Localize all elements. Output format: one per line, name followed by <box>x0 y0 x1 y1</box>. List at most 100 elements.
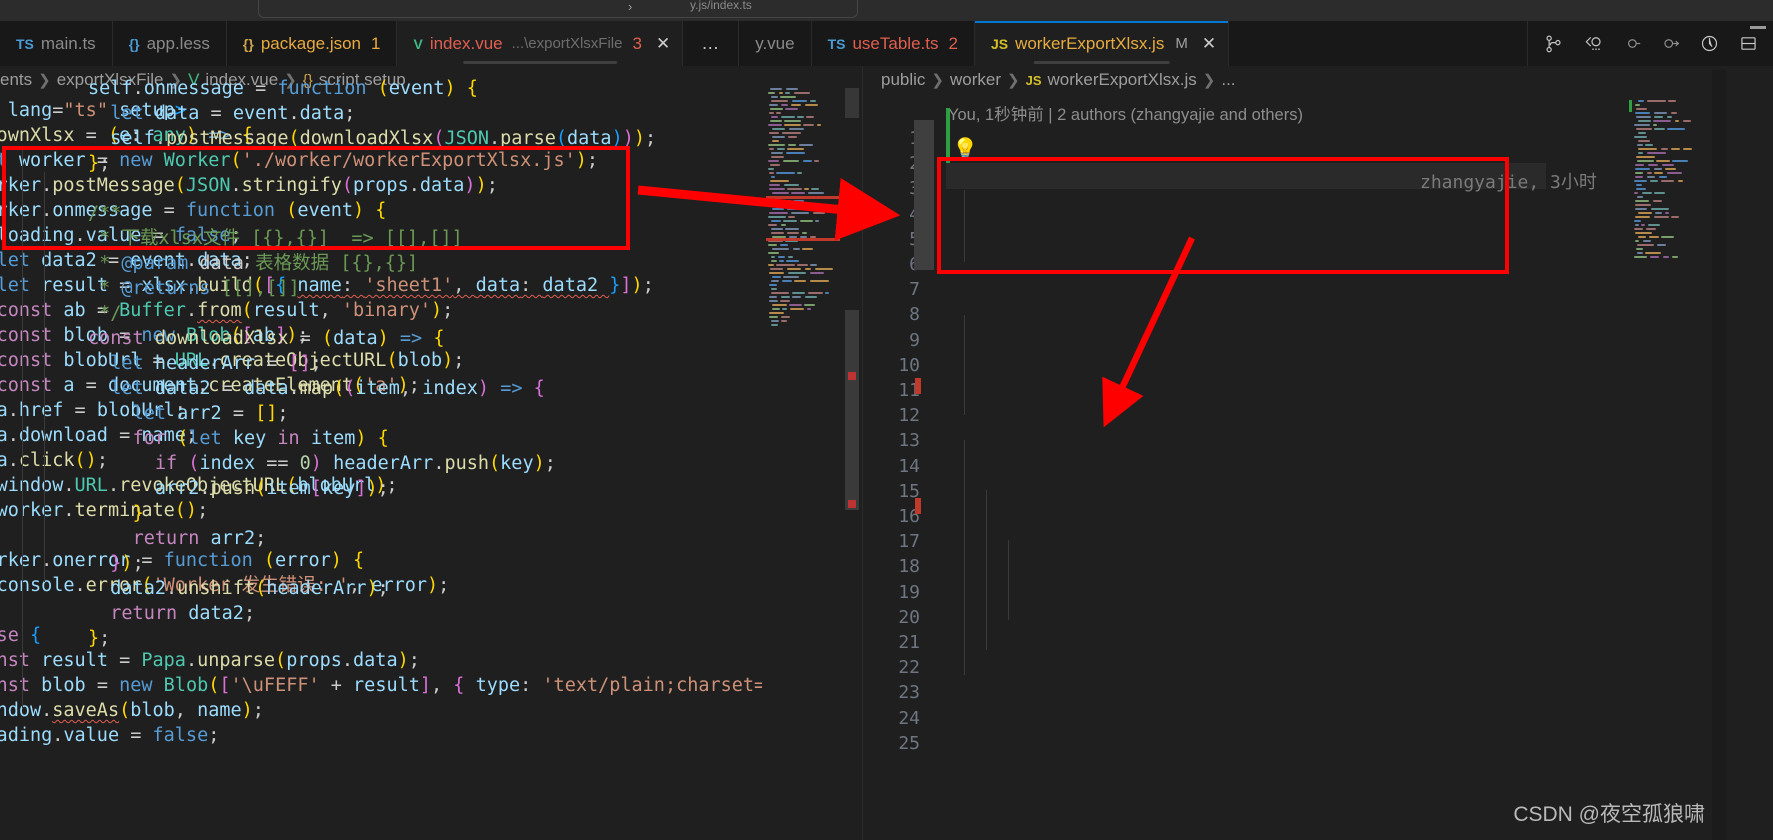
minimap-code-line <box>817 124 821 126</box>
minimap-code-line <box>1634 256 1647 258</box>
minimap-code-line <box>1651 208 1669 210</box>
minimap-code-line <box>769 300 778 302</box>
minimap-code-line <box>1659 176 1667 178</box>
minimap-code-line <box>786 88 798 90</box>
minimap-code-line <box>771 256 775 258</box>
minimap-code-line <box>1668 100 1676 102</box>
ts-file-icon: TS <box>827 35 846 52</box>
minimap-code-line <box>768 124 782 126</box>
minimap-right[interactable] <box>1632 100 1706 260</box>
minimap-code-line <box>1653 120 1671 122</box>
minimap-code-line <box>802 248 813 250</box>
minimap-code-line <box>771 116 778 118</box>
minimap-code-line <box>1638 148 1657 150</box>
minimap-code-line <box>810 100 816 102</box>
source-control-icon[interactable] <box>1542 33 1564 55</box>
minimap-code-line <box>1635 208 1647 210</box>
minimap-code-line <box>1638 212 1652 214</box>
minimap-code-line <box>788 136 797 138</box>
error-marker <box>915 498 921 514</box>
minimap-code-line <box>805 104 818 106</box>
breadcrumb-item-public[interactable]: public <box>881 70 925 90</box>
editor-scrollbar-right[interactable] <box>1712 70 1726 840</box>
minimap-code-line <box>1653 124 1657 126</box>
split-editor-icon[interactable] <box>1737 33 1759 55</box>
minimap-code-line <box>792 296 801 298</box>
minimap-slider-right[interactable] <box>914 120 934 270</box>
minimap-code-line <box>810 280 829 282</box>
previous-change-icon[interactable] <box>1620 33 1642 55</box>
minimap-code-line <box>787 232 799 234</box>
minimap-slider[interactable] <box>845 88 859 118</box>
minimap-code-line <box>1645 252 1661 254</box>
editor-actions-toolbar <box>1527 21 1773 66</box>
minimap-code-line <box>797 264 808 266</box>
minimap-error-band <box>766 196 840 199</box>
minimap-code-line <box>791 212 809 214</box>
minimap-code-line <box>797 172 802 174</box>
minimap-code-line <box>770 88 782 90</box>
vscode-window: › y.js/index.ts TS main.ts {} app.less {… <box>0 0 1773 840</box>
minimap-code-line <box>1636 248 1643 250</box>
minimap-code-line <box>801 208 805 210</box>
minimap-code-line <box>803 160 812 162</box>
window-minimize-icon[interactable] <box>1750 26 1766 29</box>
minimap-code-line <box>788 256 793 258</box>
lightbulb-icon[interactable]: 💡 <box>952 138 978 162</box>
tab-overflow-more-button[interactable]: … <box>683 21 740 66</box>
compare-changes-icon[interactable] <box>1581 33 1603 55</box>
minimap-code-line <box>1678 180 1683 182</box>
close-icon[interactable]: ✕ <box>1202 35 1216 52</box>
minimap-code-line <box>1637 252 1643 254</box>
breadcrumb-item-ents[interactable]: ents <box>0 70 32 90</box>
minimap-code-line <box>789 128 804 130</box>
breadcrumb-item-worker[interactable]: worker <box>950 70 1001 90</box>
editor-scrollbar-left[interactable] <box>845 310 859 510</box>
next-change-icon[interactable] <box>1659 33 1681 55</box>
minimap-code-line <box>787 148 804 150</box>
minimap-code-line <box>1667 128 1685 130</box>
minimap-code-line <box>771 232 784 234</box>
minimap-code-line <box>1663 256 1669 258</box>
minimap-code-line <box>815 268 833 270</box>
line-number: 8 <box>909 304 920 326</box>
minimap-code-line <box>1635 164 1644 166</box>
timeline-icon[interactable] <box>1698 33 1720 55</box>
minimap-code-line <box>802 232 807 234</box>
chevron-right-icon: ❯ <box>931 72 944 89</box>
minimap-code-line <box>1634 124 1650 126</box>
minimap-code-line <box>1635 112 1650 114</box>
close-icon[interactable]: ✕ <box>656 35 670 52</box>
line-number: 20 <box>898 606 920 628</box>
minimap-left[interactable] <box>766 88 844 338</box>
minimap-code-line <box>807 308 811 310</box>
minimap-code-line <box>772 208 784 210</box>
minimap-code-line <box>1635 172 1643 174</box>
minimap-code-line <box>769 296 777 298</box>
minimap-code-line <box>776 264 795 266</box>
tab-underline <box>1033 61 1170 64</box>
breadcrumb-item-ellipsis[interactable]: ... <box>1221 70 1235 90</box>
breadcrumb-item-workerexportxlsx-js[interactable]: workerExportXlsx.js <box>1048 70 1197 90</box>
tab-usetable-ts[interactable]: TS useTable.ts 2 <box>811 21 975 66</box>
minimap-code-line <box>1635 240 1639 242</box>
tab-worker-export-xlsx-js[interactable]: JS workerExportXlsx.js M ✕ <box>974 21 1230 66</box>
minimap-code-line <box>769 172 774 174</box>
minimap-code-line <box>778 256 785 258</box>
minimap-code-line <box>1634 192 1638 194</box>
line-number: 24 <box>898 707 920 729</box>
title-bar: › y.js/index.ts <box>0 0 1773 21</box>
minimap-code-line <box>769 112 774 114</box>
minimap-code-line <box>793 200 804 202</box>
indent-guide <box>986 490 987 650</box>
minimap-code-line <box>782 280 792 282</box>
minimap-code-line <box>825 292 829 294</box>
tab-y-vue[interactable]: y.vue <box>739 21 812 66</box>
chevron-right-icon: ❯ <box>1007 72 1020 89</box>
minimap-code-line <box>1634 136 1647 138</box>
minimap-code-line <box>788 272 806 274</box>
minimap-code-line <box>805 296 817 298</box>
minimap-code-line <box>776 112 781 114</box>
line-number: 14 <box>898 455 920 477</box>
quick-input-box[interactable] <box>258 0 858 18</box>
